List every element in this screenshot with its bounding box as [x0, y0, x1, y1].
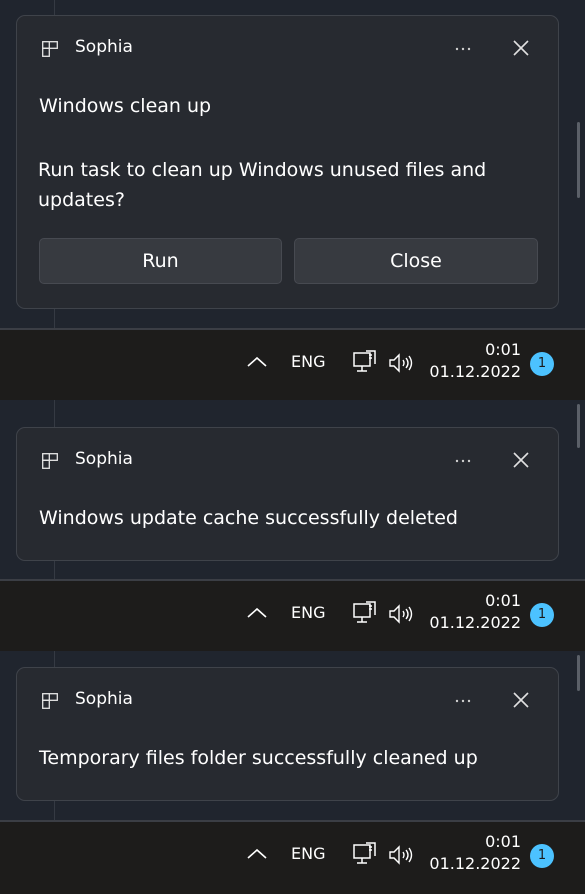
app-grid-icon: [42, 41, 58, 57]
close-button[interactable]: Close: [294, 238, 538, 284]
more-options-icon[interactable]: [449, 688, 477, 710]
close-icon[interactable]: [509, 688, 533, 712]
clock-date: 01.12.2022: [429, 362, 521, 381]
more-options-icon[interactable]: [449, 36, 477, 58]
notification-count-badge[interactable]: 1: [530, 603, 554, 627]
clock[interactable]: 0:01 01.12.2022: [429, 339, 521, 383]
taskbar: ENG 0:01 01.12.2022 1: [0, 579, 585, 651]
close-icon[interactable]: [509, 36, 533, 60]
volume-icon[interactable]: [387, 602, 415, 626]
scrollbar[interactable]: [577, 655, 580, 691]
language-indicator[interactable]: ENG: [291, 603, 325, 623]
scrollbar[interactable]: [577, 404, 580, 448]
close-icon[interactable]: [509, 448, 533, 472]
toast-message: Temporary files folder successfully clea…: [39, 747, 478, 769]
chevron-up-icon[interactable]: [245, 846, 269, 862]
app-name: Sophia: [75, 449, 133, 469]
scrollbar[interactable]: [577, 122, 580, 198]
toast-message: Run task to clean up Windows unused file…: [38, 159, 487, 211]
clock-time: 0:01: [485, 340, 521, 359]
volume-icon[interactable]: [387, 843, 415, 867]
more-options-icon[interactable]: [449, 448, 477, 470]
clock[interactable]: 0:01 01.12.2022: [429, 831, 521, 875]
toast-header: Sophia: [17, 668, 558, 728]
network-icon[interactable]: [353, 841, 379, 867]
clock-time: 0:01: [485, 591, 521, 610]
clock-time: 0:01: [485, 832, 521, 851]
clock-date: 01.12.2022: [429, 613, 521, 632]
language-indicator[interactable]: ENG: [291, 352, 325, 372]
notification-count-badge[interactable]: 1: [530, 844, 554, 868]
app-grid-icon: [42, 453, 58, 469]
toast-notification: Sophia Windows clean up Run task to clea…: [16, 15, 559, 309]
chevron-up-icon[interactable]: [245, 354, 269, 370]
app-grid-icon: [42, 693, 58, 709]
language-indicator[interactable]: ENG: [291, 844, 325, 864]
network-icon[interactable]: [353, 600, 379, 626]
toast-title: Windows clean up: [39, 95, 212, 117]
chevron-up-icon[interactable]: [245, 605, 269, 621]
screenshot-stack: Sophia Windows clean up Run task to clea…: [0, 0, 585, 894]
toast-notification: Sophia Windows update cache successfully…: [16, 427, 559, 561]
volume-icon[interactable]: [387, 351, 415, 375]
app-name: Sophia: [75, 37, 133, 57]
toast-notification: Sophia Temporary files folder successful…: [16, 667, 559, 801]
run-button[interactable]: Run: [39, 238, 282, 284]
toast-header: Sophia: [17, 16, 558, 76]
clock-date: 01.12.2022: [429, 854, 521, 873]
taskbar: ENG 0:01 01.12.2022 1: [0, 328, 585, 400]
network-icon[interactable]: [353, 349, 379, 375]
clock[interactable]: 0:01 01.12.2022: [429, 590, 521, 634]
app-name: Sophia: [75, 689, 133, 709]
taskbar: ENG 0:01 01.12.2022 1: [0, 820, 585, 894]
toast-message: Windows update cache successfully delete…: [39, 507, 458, 529]
notification-count-badge[interactable]: 1: [530, 352, 554, 376]
toast-header: Sophia: [17, 428, 558, 488]
